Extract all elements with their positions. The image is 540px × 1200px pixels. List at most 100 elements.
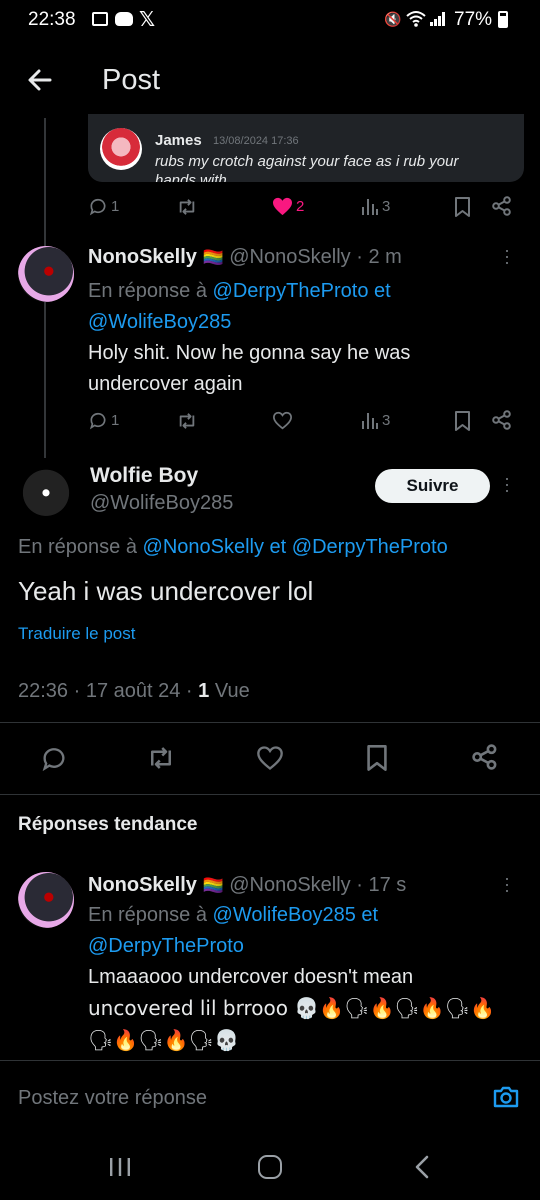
- header: Post: [0, 50, 540, 114]
- post-text: Yeah i was undercover lol: [18, 576, 314, 606]
- avatar[interactable]: [18, 872, 74, 928]
- back-arrow-icon[interactable]: [26, 66, 54, 94]
- more-options-icon[interactable]: ···: [498, 876, 518, 894]
- mention-separator: et: [264, 536, 292, 558]
- share-icon[interactable]: [492, 410, 512, 430]
- author-line: NonoSkelly 🏳️‍🌈 @NonoSkelly · 2 m: [88, 246, 402, 269]
- repost-icon[interactable]: [146, 744, 176, 772]
- post-text-line: uncovered lil brrooo 💀🔥🗣🔥🗣🔥🗣🔥: [88, 996, 495, 1020]
- author-name[interactable]: Wolfie Boy: [90, 464, 198, 488]
- mention-separator: et: [355, 904, 379, 926]
- post-text-line: undercover again: [88, 373, 243, 395]
- bookmark-icon[interactable]: [454, 197, 471, 217]
- post-text-line: Lmaaaooo undercover doesn't mean: [88, 966, 414, 988]
- views-icon: [362, 413, 378, 429]
- repost-icon[interactable]: [176, 197, 198, 217]
- system-nav-bar: [0, 1131, 540, 1200]
- battery-icon: [498, 11, 508, 28]
- repost-icon[interactable]: [176, 411, 198, 431]
- like-button[interactable]: 2: [272, 197, 304, 216]
- more-options-icon[interactable]: ···: [498, 248, 518, 266]
- avatar[interactable]: [18, 462, 74, 518]
- post-meta: 22:36 · 17 août 24 · 1 Vue: [18, 680, 250, 703]
- comment-icon[interactable]: [40, 744, 68, 772]
- views-icon: [362, 199, 378, 215]
- follow-button-label: Suivre: [406, 476, 459, 495]
- gallery-icon: [92, 12, 108, 26]
- views-count[interactable]: 1: [198, 680, 209, 702]
- x-logo-icon: 𝕏: [139, 9, 156, 31]
- replying-to: En réponse à @NonoSkelly et @DerpyThePro…: [18, 536, 448, 559]
- heart-icon[interactable]: [256, 745, 284, 771]
- views-count: 3: [382, 411, 391, 429]
- reply-count: 1: [111, 197, 120, 215]
- mute-icon: 🔇: [384, 11, 402, 27]
- pride-flag-icon: 🏳️‍🌈: [202, 876, 224, 896]
- wifi-icon: [406, 10, 426, 28]
- reply-prefix: En réponse à: [88, 904, 213, 926]
- heart-icon[interactable]: [272, 411, 293, 430]
- reply-prefix: En réponse à: [18, 536, 143, 558]
- mention-link[interactable]: @WolifeBoy285: [213, 904, 356, 926]
- avatar[interactable]: [18, 246, 74, 302]
- mention-separator: et: [368, 280, 391, 302]
- status-time: 22:38: [28, 9, 76, 30]
- quoted-avatar: [100, 128, 142, 170]
- author-name[interactable]: NonoSkelly: [88, 874, 197, 896]
- author-handle[interactable]: @NonoSkelly: [229, 874, 350, 896]
- author-handle[interactable]: @WolifeBoy285: [90, 492, 233, 515]
- reply-post-1[interactable]: NonoSkelly 🏳️‍🌈 @NonoSkelly · 2 m ··· En…: [0, 236, 540, 436]
- battery-text: 77%: [454, 9, 493, 30]
- camera-icon[interactable]: [492, 1085, 520, 1109]
- status-bar: 22:38 𝕏 🔇 77%: [0, 0, 540, 40]
- quoted-text-cut: hands with ...: [155, 172, 244, 182]
- back-icon[interactable]: [414, 1155, 430, 1179]
- mention-link[interactable]: @DerpyTheProto: [88, 935, 244, 957]
- reply-input[interactable]: Postez votre réponse: [18, 1087, 207, 1110]
- reply-composer[interactable]: Postez votre réponse: [0, 1061, 540, 1131]
- share-icon[interactable]: [492, 196, 512, 216]
- share-icon[interactable]: [472, 744, 498, 770]
- bookmark-icon[interactable]: [366, 744, 388, 772]
- main-actions: [0, 724, 540, 794]
- reply-count: 1: [111, 411, 120, 429]
- reply-post-2[interactable]: NonoSkelly 🏳️‍🌈 @NonoSkelly · 17 s ··· E…: [0, 862, 540, 1052]
- post1-actions: 1 2 3: [88, 194, 518, 222]
- author-name[interactable]: NonoSkelly: [88, 246, 197, 268]
- comment-icon: [89, 412, 106, 430]
- mention-link[interactable]: @DerpyTheProto: [213, 280, 369, 302]
- author-line: NonoSkelly 🏳️‍🌈 @NonoSkelly · 17 s: [88, 874, 406, 897]
- signal-icon: [430, 12, 446, 26]
- heart-filled-icon: [273, 197, 292, 216]
- mention-link[interactable]: @NonoSkelly: [143, 536, 264, 558]
- reply-button[interactable]: 1: [88, 196, 119, 216]
- author-handle[interactable]: @NonoSkelly: [229, 246, 350, 268]
- quoted-card[interactable]: James 13/08/2024 17:36 rubs my crotch ag…: [88, 114, 524, 182]
- post-text-line: Holy shit. Now he gonna say he was: [88, 342, 411, 364]
- post-text: Holy shit. Now he gonna say he was under…: [88, 338, 410, 400]
- divider: [0, 794, 540, 795]
- reply-prefix: En réponse à: [88, 280, 213, 302]
- section-title: Réponses tendance: [18, 814, 198, 835]
- mention-link[interactable]: @DerpyTheProto: [292, 536, 448, 558]
- discord-icon: [115, 12, 133, 26]
- replying-to: En réponse à @DerpyTheProto et @WolifeBo…: [88, 276, 528, 338]
- quoted-text: rubs my crotch against your face as i ru…: [155, 153, 459, 170]
- post-date: · 17 août 24 ·: [73, 680, 193, 702]
- more-options-icon[interactable]: ···: [498, 476, 518, 494]
- replying-to: En réponse à @WolifeBoy285 et @DerpyTheP…: [88, 900, 528, 962]
- views-button[interactable]: 3: [361, 411, 390, 429]
- views-button[interactable]: 3: [361, 197, 390, 215]
- bookmark-icon[interactable]: [454, 411, 471, 431]
- views-label: Vue: [214, 680, 250, 702]
- translate-link[interactable]: Traduire le post: [18, 624, 135, 644]
- post-time: 22:36: [18, 680, 69, 702]
- recent-apps-icon[interactable]: [108, 1157, 132, 1177]
- comment-icon: [89, 198, 106, 216]
- views-count: 3: [382, 197, 391, 215]
- home-icon[interactable]: [258, 1155, 282, 1179]
- mention-link[interactable]: @WolifeBoy285: [88, 311, 231, 333]
- post-time: · 17 s: [356, 874, 407, 896]
- reply-button[interactable]: 1: [88, 410, 119, 430]
- follow-button[interactable]: Suivre: [375, 469, 490, 503]
